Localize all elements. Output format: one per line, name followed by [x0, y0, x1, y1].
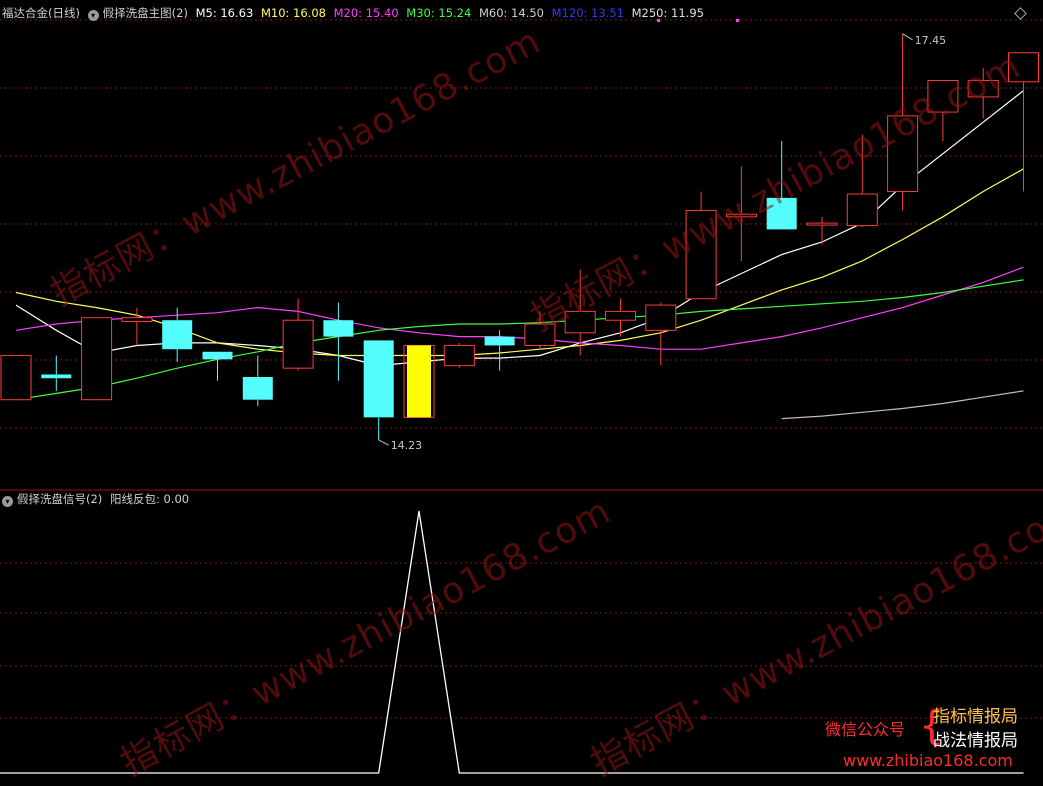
candle-body-up	[806, 222, 838, 226]
candle-body-highlight	[407, 345, 431, 418]
sub-indicator-name[interactable]: 假择洗盘信号(2)	[17, 492, 102, 506]
candlestick	[806, 216, 838, 245]
min-price-pointer	[378, 439, 389, 446]
candle-body-up	[282, 319, 314, 369]
candle-body-down	[162, 320, 193, 350]
candlestick	[202, 351, 233, 381]
period-label: (日线)	[48, 6, 80, 20]
candlestick	[0, 355, 32, 401]
ma10-value: M10: 16.08	[260, 6, 326, 20]
indicator-name[interactable]: 假择洗盘主图(2)	[103, 6, 188, 20]
promo-block: 微信公众号 { 指标情报局 战法情报局 www.zhibiao168.com	[825, 702, 1035, 772]
ma-line-m60	[781, 390, 1024, 420]
candle-body-down	[242, 376, 273, 400]
candlestick	[81, 317, 113, 401]
instrument-name: 福达合金	[2, 6, 48, 20]
ma20-value: M20: 15.40	[333, 6, 399, 20]
promo-account-1: 指标情报局	[933, 707, 1018, 727]
indicator-toggle-icon[interactable]: ▾	[87, 10, 99, 21]
candle-body-up	[645, 304, 677, 331]
candlestick	[443, 342, 475, 369]
candle-body-up	[0, 355, 32, 401]
candlestick	[242, 355, 273, 407]
candlestick	[363, 340, 394, 441]
promo-account-2: 战法情报局	[933, 731, 1018, 751]
signal-value: 阳线反包: 0.00	[109, 492, 190, 506]
candle-body-down	[323, 320, 354, 337]
promo-wechat-label: 微信公众号	[825, 720, 906, 739]
candlestick	[403, 344, 435, 418]
max-price-label: 17.45	[915, 34, 947, 47]
min-price-label: 14.23	[391, 439, 423, 452]
sub-chart-header: ▾ 假择洗盘信号(2) 阳线反包: 0.00	[2, 492, 193, 507]
max-price-pointer	[902, 33, 913, 41]
candle-body-up	[81, 317, 113, 401]
indicator-toggle-icon[interactable]: ▾	[2, 496, 13, 507]
ma250-value: M250: 11.95	[631, 6, 704, 20]
main-chart-header: 福达合金(日线) ▾ 假择洗盘主图(2) M5: 16.63 M10: 16.08…	[2, 6, 708, 21]
ma120-value: M120: 13.51	[551, 6, 624, 20]
ma5-value: M5: 16.63	[195, 6, 254, 20]
candle-body-down	[484, 336, 515, 346]
ma30-value: M30: 15.24	[406, 6, 472, 20]
promo-url: www.zhibiao168.com	[843, 751, 1013, 770]
candle-body-down	[202, 351, 233, 360]
candle-body-down	[363, 340, 394, 418]
candlestick	[41, 355, 72, 391]
candlestick	[323, 302, 354, 381]
candle-body-up	[605, 310, 636, 321]
candlestick	[282, 298, 314, 371]
candle-body-up	[121, 317, 153, 322]
candle-body-up	[846, 193, 878, 227]
ma60-value: M60: 14.50	[478, 6, 544, 20]
candle-body-up	[443, 344, 475, 367]
marker-dot	[736, 19, 739, 22]
candlestick	[645, 302, 677, 366]
candle-body-down	[41, 374, 72, 379]
